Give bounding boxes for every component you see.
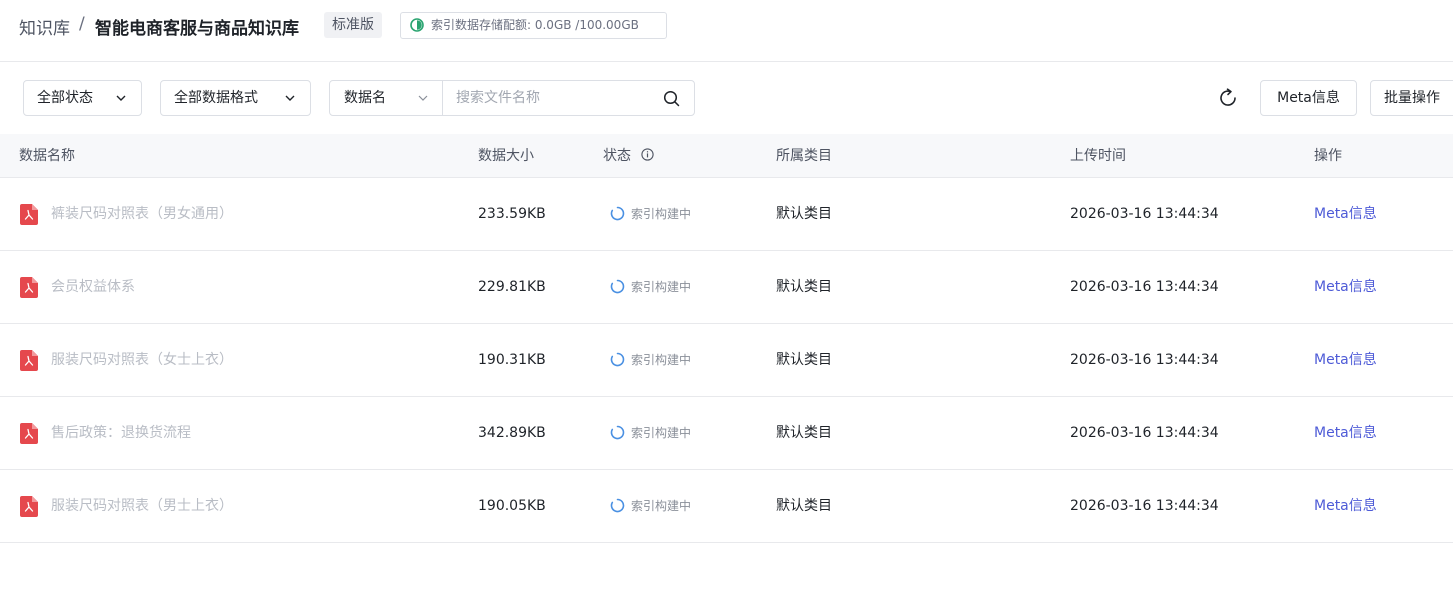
table-row: 服装尺码对照表（女士上衣） 190.31KB 索引构建中 默认类目 2026-0… xyxy=(0,324,1453,397)
loading-spinner-icon xyxy=(610,206,625,221)
file-size: 233.59KB xyxy=(478,206,546,222)
row-meta-info-link[interactable]: Meta信息 xyxy=(1314,251,1377,323)
category: 默认类目 xyxy=(776,206,832,222)
breadcrumb-separator: / xyxy=(79,14,85,34)
file-size: 190.31KB xyxy=(478,352,546,368)
column-header-actions: 操作 xyxy=(1314,148,1342,164)
storage-quota: 索引数据存储配额: 0.0GB /100.00GB xyxy=(400,12,667,39)
file-size: 229.81KB xyxy=(478,279,546,295)
column-header-upload-time: 上传时间 xyxy=(1070,148,1126,164)
pdf-file-icon xyxy=(20,423,38,444)
loading-spinner-icon xyxy=(610,352,625,367)
search-field-select[interactable]: 数据名 xyxy=(330,81,443,115)
status-cell: 索引构建中 xyxy=(610,251,691,323)
pdf-file-icon xyxy=(20,204,38,225)
pdf-file-icon xyxy=(20,277,38,298)
status-text: 索引构建中 xyxy=(631,280,692,294)
format-filter-select[interactable]: 全部数据格式 xyxy=(160,80,311,116)
status-cell: 索引构建中 xyxy=(610,324,691,396)
file-size: 342.89KB xyxy=(478,425,546,441)
status-cell: 索引构建中 xyxy=(610,470,691,542)
file-name[interactable]: 服装尺码对照表（女士上衣） xyxy=(51,324,233,396)
refresh-icon[interactable] xyxy=(1216,86,1240,110)
search-field-label: 数据名 xyxy=(344,90,386,106)
storage-quota-text: 索引数据存储配额: 0.0GB /100.00GB xyxy=(431,18,639,32)
column-header-category: 所属类目 xyxy=(776,148,832,164)
chevron-down-icon xyxy=(418,95,428,101)
pie-chart-icon xyxy=(410,18,424,32)
category: 默认类目 xyxy=(776,498,832,514)
column-header-status: 状态 xyxy=(603,134,655,178)
batch-operation-button[interactable]: 批量操作 xyxy=(1370,80,1453,116)
status-text: 索引构建中 xyxy=(631,499,692,513)
file-name[interactable]: 裤装尺码对照表（男女通用） xyxy=(51,178,233,250)
upload-time: 2026-03-16 13:44:34 xyxy=(1070,279,1219,295)
table-row: 会员权益体系 229.81KB 索引构建中 默认类目 2026-03-16 13… xyxy=(0,251,1453,324)
loading-spinner-icon xyxy=(610,279,625,294)
pdf-file-icon xyxy=(20,496,38,517)
file-size: 190.05KB xyxy=(478,498,546,514)
table-row: 裤装尺码对照表（男女通用） 233.59KB 索引构建中 默认类目 2026-0… xyxy=(0,178,1453,251)
meta-info-button[interactable]: Meta信息 xyxy=(1260,80,1357,116)
file-name[interactable]: 服装尺码对照表（男士上衣） xyxy=(51,470,233,542)
search-group: 数据名 xyxy=(329,80,695,116)
row-meta-info-link[interactable]: Meta信息 xyxy=(1314,470,1377,542)
category: 默认类目 xyxy=(776,279,832,295)
table-row: 售后政策：退换货流程 342.89KB 索引构建中 默认类目 2026-03-1… xyxy=(0,397,1453,470)
chevron-down-icon xyxy=(116,95,126,101)
status-filter-label: 全部状态 xyxy=(37,90,93,106)
status-filter-select[interactable]: 全部状态 xyxy=(23,80,142,116)
loading-spinner-icon xyxy=(610,425,625,440)
table-header: 数据名称 数据大小 状态 所属类目 上传时间 操作 xyxy=(0,134,1453,178)
edition-badge: 标准版 xyxy=(324,12,382,38)
upload-time: 2026-03-16 13:44:34 xyxy=(1070,352,1219,368)
status-cell: 索引构建中 xyxy=(610,178,691,250)
info-circle-icon[interactable] xyxy=(641,148,655,161)
upload-time: 2026-03-16 13:44:34 xyxy=(1070,498,1219,514)
table-row: 服装尺码对照表（男士上衣） 190.05KB 索引构建中 默认类目 2026-0… xyxy=(0,470,1453,543)
column-header-size: 数据大小 xyxy=(478,148,534,164)
loading-spinner-icon xyxy=(610,498,625,513)
row-meta-info-link[interactable]: Meta信息 xyxy=(1314,397,1377,469)
status-text: 索引构建中 xyxy=(631,207,692,221)
column-header-status-label: 状态 xyxy=(603,148,631,164)
search-icon[interactable] xyxy=(663,90,680,107)
page-header: 知识库 / 智能电商客服与商品知识库 标准版 索引数据存储配额: 0.0GB /… xyxy=(0,0,1453,62)
chevron-down-icon xyxy=(285,95,295,101)
status-text: 索引构建中 xyxy=(631,353,692,367)
search-input[interactable] xyxy=(444,81,654,115)
page-title: 智能电商客服与商品知识库 xyxy=(95,19,299,39)
file-name[interactable]: 会员权益体系 xyxy=(51,251,135,323)
status-text: 索引构建中 xyxy=(631,426,692,440)
upload-time: 2026-03-16 13:44:34 xyxy=(1070,425,1219,441)
row-meta-info-link[interactable]: Meta信息 xyxy=(1314,324,1377,396)
format-filter-label: 全部数据格式 xyxy=(174,90,258,106)
pdf-file-icon xyxy=(20,350,38,371)
column-header-name: 数据名称 xyxy=(19,148,75,164)
category: 默认类目 xyxy=(776,425,832,441)
category: 默认类目 xyxy=(776,352,832,368)
status-cell: 索引构建中 xyxy=(610,397,691,469)
row-meta-info-link[interactable]: Meta信息 xyxy=(1314,178,1377,250)
upload-time: 2026-03-16 13:44:34 xyxy=(1070,206,1219,222)
file-name[interactable]: 售后政策：退换货流程 xyxy=(51,397,191,469)
breadcrumb-root[interactable]: 知识库 xyxy=(19,14,70,39)
